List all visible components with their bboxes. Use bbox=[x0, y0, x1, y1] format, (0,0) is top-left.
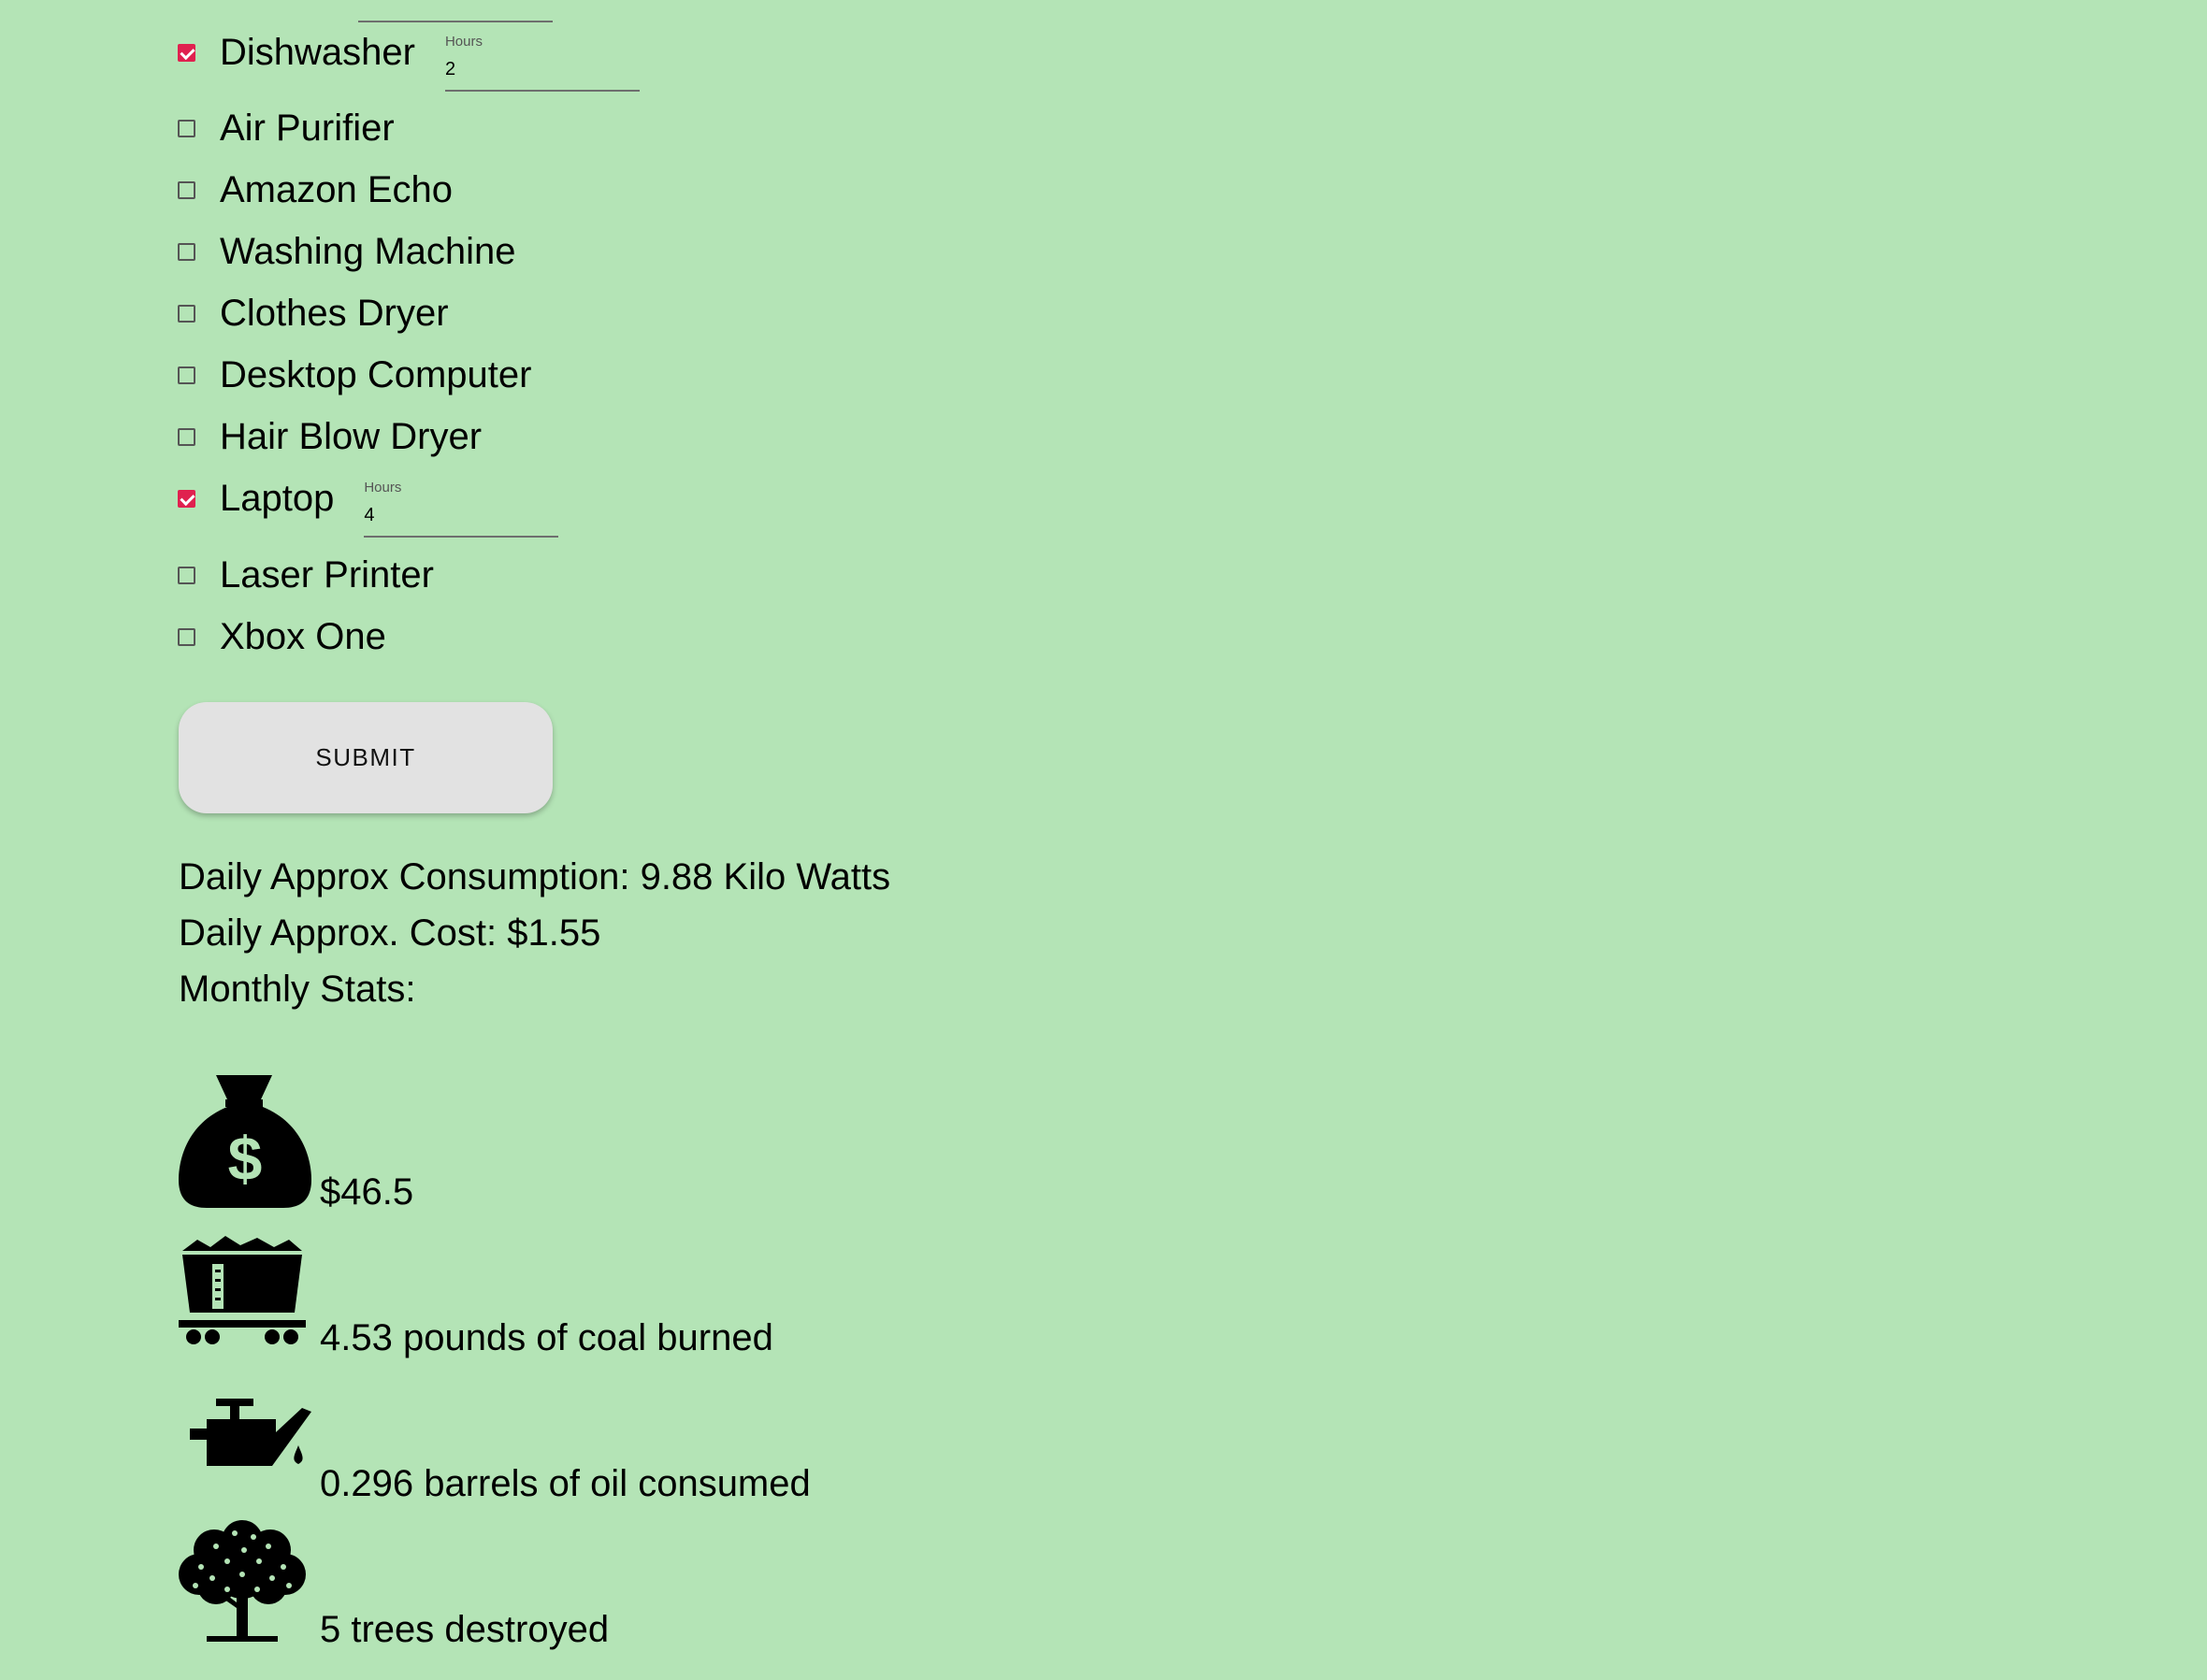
amazon-echo-checkbox[interactable] bbox=[178, 180, 195, 199]
clothes-dryer-label: Clothes Dryer bbox=[220, 292, 449, 334]
xbox-one-checkbox[interactable] bbox=[178, 627, 195, 646]
monthly-stats-heading: Monthly Stats: bbox=[179, 969, 416, 1010]
appliance-row-xbox-one: Xbox One bbox=[178, 606, 386, 668]
laptop-checkbox[interactable] bbox=[178, 489, 195, 508]
coal-burned-text: 4.53 pounds of coal burned bbox=[320, 1317, 773, 1358]
laser-printer-checkbox[interactable] bbox=[178, 566, 195, 584]
oil-consumed-text: 0.296 barrels of oil consumed bbox=[320, 1463, 811, 1504]
hair-blow-dryer-label: Hair Blow Dryer bbox=[220, 415, 483, 457]
money-bag-icon: $ bbox=[179, 1075, 311, 1208]
hours-label: Hours bbox=[444, 34, 483, 50]
coal-cart-icon bbox=[179, 1236, 306, 1344]
hours-underline bbox=[444, 90, 640, 92]
hours-value[interactable]: 2 bbox=[445, 59, 455, 80]
dishwasher-hours-field[interactable]: Hours 2 bbox=[444, 24, 640, 99]
clothes-dryer-checkbox[interactable] bbox=[178, 304, 195, 323]
daily-consumption-text: Daily Approx Consumption: 9.88 Kilo Watt… bbox=[179, 856, 891, 897]
laser-printer-label: Laser Printer bbox=[220, 553, 434, 596]
hours-underline bbox=[364, 536, 559, 538]
appliance-row-clothes-dryer: Clothes Dryer bbox=[178, 282, 449, 344]
trees-destroyed-text: 5 trees destroyed bbox=[320, 1609, 610, 1650]
appliance-row-air-purifier: Air Purifier bbox=[178, 97, 395, 159]
appliance-row-laser-printer: Laser Printer bbox=[178, 544, 434, 606]
appliance-row-laptop: Laptop Hours 4 bbox=[178, 467, 559, 538]
dishwasher-checkbox[interactable] bbox=[178, 43, 195, 62]
washing-machine-label: Washing Machine bbox=[220, 230, 516, 272]
air-purifier-checkbox[interactable] bbox=[178, 119, 195, 137]
hair-blow-dryer-checkbox[interactable] bbox=[178, 427, 195, 446]
submit-button[interactable]: SUBMIT bbox=[179, 702, 553, 813]
appliance-row-amazon-echo: Amazon Echo bbox=[178, 159, 453, 221]
appliance-row-desktop-computer: Desktop Computer bbox=[178, 344, 531, 406]
monthly-cost-text: $46.5 bbox=[320, 1171, 414, 1213]
desktop-computer-label: Desktop Computer bbox=[220, 353, 532, 395]
appliance-row-hair-blow-dryer: Hair Blow Dryer bbox=[178, 406, 482, 467]
daily-cost-text: Daily Approx. Cost: $1.55 bbox=[179, 912, 601, 954]
amazon-echo-label: Amazon Echo bbox=[220, 168, 454, 210]
dishwasher-label: Dishwasher bbox=[220, 31, 415, 73]
tree-icon bbox=[179, 1520, 306, 1642]
appliance-row-dishwasher: Dishwasher Hours 2 bbox=[178, 22, 640, 92]
hours-label: Hours bbox=[364, 480, 402, 495]
appliance-row-washing-machine: Washing Machine bbox=[178, 221, 515, 282]
svg-text:$: $ bbox=[228, 1124, 263, 1193]
desktop-computer-checkbox[interactable] bbox=[178, 366, 195, 384]
hours-value[interactable]: 4 bbox=[364, 505, 374, 526]
xbox-one-label: Xbox One bbox=[220, 615, 386, 657]
laptop-hours-field[interactable]: Hours 4 bbox=[364, 470, 559, 545]
washing-machine-checkbox[interactable] bbox=[178, 242, 195, 261]
air-purifier-label: Air Purifier bbox=[220, 107, 395, 149]
hours-field-fragment[interactable] bbox=[358, 0, 553, 22]
laptop-label: Laptop bbox=[220, 477, 335, 519]
oil-can-icon bbox=[179, 1399, 311, 1466]
